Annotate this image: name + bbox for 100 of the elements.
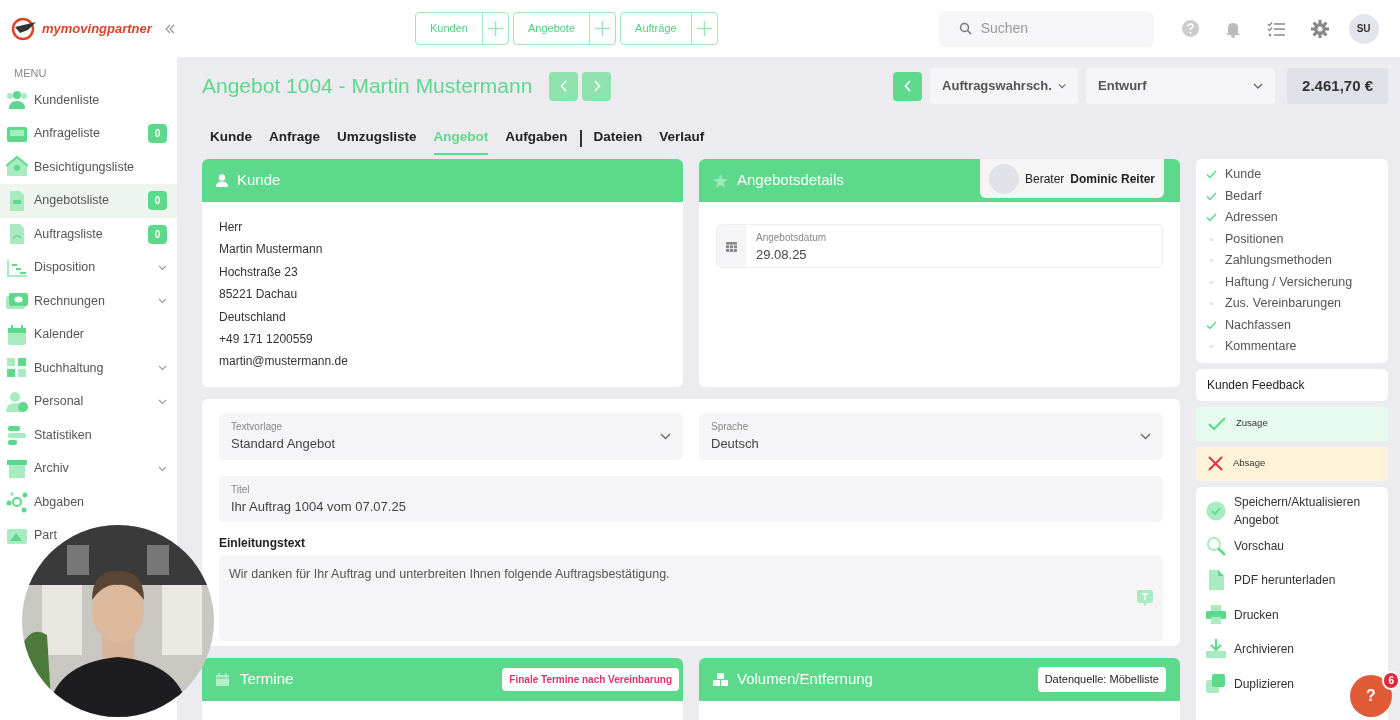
- tab[interactable]: Anfrage: [269, 126, 320, 156]
- advisor-label: Berater: [1024, 170, 1065, 188]
- sidebar-item[interactable]: Anfrageliste 0: [0, 117, 177, 151]
- template-select[interactable]: Textvorlage Standard Angebot: [219, 413, 683, 460]
- tab[interactable]: Aufgaben: [505, 126, 568, 156]
- chevron-down-icon: [158, 465, 167, 472]
- copy-icon: [1206, 673, 1226, 694]
- chevron-down-icon: [1057, 83, 1067, 89]
- title-field[interactable]: Titel Ihr Auftrag 1004 vom 07.07.25: [219, 475, 1163, 522]
- menu-icon: [6, 323, 28, 346]
- star-icon: [713, 173, 728, 188]
- chevron-down-icon: [158, 298, 167, 305]
- date-field[interactable]: Angebotsdatum 29.08.25: [716, 224, 1163, 268]
- info-badge: Datenquelle: Möbelliste: [1037, 667, 1166, 692]
- calendar-icon: [726, 240, 737, 252]
- chevron-left-icon: [559, 80, 568, 92]
- action-item[interactable]: PDF herunterladen: [1206, 563, 1336, 598]
- address-line: 85221 Dachau: [219, 286, 299, 304]
- menu-icon: [6, 357, 28, 380]
- checklist-icon[interactable]: [1266, 20, 1285, 37]
- sidebar-item[interactable]: Angebotsliste 0: [0, 184, 177, 218]
- checklist-item[interactable]: Nachfassen: [1225, 315, 1291, 335]
- file-icon: [1206, 570, 1226, 591]
- download-icon: [1206, 639, 1226, 660]
- language-select[interactable]: Sprache Deutsch: [699, 413, 1163, 460]
- sidebar-item[interactable]: Statistiken: [0, 418, 177, 452]
- tab[interactable]: Kunde: [210, 126, 252, 156]
- count-badge: 0: [148, 191, 167, 211]
- count-badge: 0: [148, 124, 167, 144]
- intro-textarea[interactable]: Wir danken für Ihr Auftrag und unterbreiten Ihnen folgende Auftragsbestätigung.: [219, 555, 1163, 641]
- intro-label: Einleitungstext: [219, 535, 306, 552]
- next-button[interactable]: [582, 71, 612, 101]
- checklist-item[interactable]: Adressen: [1225, 208, 1278, 228]
- status-dropdown[interactable]: Entwurf: [1086, 68, 1276, 104]
- sidebar-item[interactable]: Abgaben: [0, 485, 177, 519]
- search-field[interactable]: Suchen: [938, 10, 1154, 47]
- address-line: +49 171 1200559: [219, 330, 314, 348]
- menu-icon: [6, 491, 28, 514]
- address-line: Martin Mustermann: [219, 241, 324, 259]
- collapse-icon[interactable]: [163, 22, 176, 35]
- tab[interactable]: Verlauf: [659, 126, 705, 156]
- plus-icon: [487, 21, 503, 36]
- sidebar-item[interactable]: Personal: [0, 385, 177, 419]
- tab[interactable]: Umzugsliste: [337, 126, 417, 156]
- menu-heading: MENU: [13, 66, 48, 81]
- page-title: Angebot 1004 - Martin Mustermann: [202, 73, 533, 100]
- checklist-item[interactable]: Zus. Vereinbarungen: [1225, 294, 1342, 314]
- address-line: Deutschland: [219, 308, 287, 326]
- probability-dropdown[interactable]: Auftragswahrsch.: [930, 68, 1079, 104]
- chevron-down-icon: [1140, 432, 1151, 440]
- action-item[interactable]: Drucken: [1206, 597, 1279, 632]
- tab[interactable]: Dateien: [593, 126, 643, 156]
- sidebar-item[interactable]: Buchhaltung: [0, 351, 177, 385]
- user-avatar[interactable]: SU: [1348, 13, 1379, 44]
- sidebar-item[interactable]: Besichtigungsliste: [0, 150, 177, 184]
- advisor-name: Dominic Reiter: [1070, 170, 1155, 188]
- sidebar-item[interactable]: Kundenliste: [0, 83, 177, 117]
- previous-button[interactable]: [549, 71, 579, 101]
- action-item[interactable]: Vorschau: [1206, 528, 1285, 563]
- logo-text: mymovingpartner: [42, 19, 152, 38]
- checklist-item[interactable]: Kommentare: [1225, 337, 1297, 357]
- sidebar-item[interactable]: Kalender: [0, 318, 177, 352]
- card-title: Kunde: [237, 170, 281, 191]
- check-icon: [1208, 416, 1226, 431]
- search-input[interactable]: Suchen: [978, 17, 1139, 40]
- chevron-down-icon: [158, 264, 167, 271]
- feedback-button[interactable]: Absage: [1196, 446, 1388, 481]
- sidebar-item[interactable]: Disposition: [0, 251, 177, 285]
- checklist-item[interactable]: Zahlungsmethoden: [1225, 251, 1333, 271]
- search-icon: [1206, 535, 1226, 556]
- sidebar-item[interactable]: Archiv: [0, 452, 177, 486]
- checklist-item[interactable]: Kunde: [1225, 165, 1262, 185]
- feedback-button[interactable]: Zusage: [1196, 406, 1388, 441]
- plus-icon: [595, 21, 611, 36]
- chevron-down-icon: [158, 398, 167, 405]
- checklist-item[interactable]: Haftung / Versicherung: [1225, 272, 1353, 292]
- help-icon[interactable]: [1181, 20, 1199, 37]
- printer-icon: [1206, 604, 1226, 625]
- checklist-item[interactable]: Positionen: [1225, 229, 1284, 249]
- checklist-item[interactable]: Bedarf: [1225, 186, 1262, 206]
- address-line: Herr: [219, 219, 244, 236]
- count-badge: 0: [148, 224, 167, 244]
- chevron-down-icon: [1253, 83, 1264, 89]
- action-item[interactable]: Duplizieren: [1206, 666, 1295, 701]
- action-item[interactable]: Speichern/Aktualisieren Angebot: [1206, 492, 1378, 529]
- plus-icon: [696, 21, 712, 36]
- boxes-icon: [713, 673, 728, 686]
- card-title: Angebotsdetails: [737, 170, 844, 191]
- back-button[interactable]: [893, 71, 923, 101]
- calendar-icon: [216, 673, 231, 686]
- action-item[interactable]: Archivieren: [1206, 632, 1295, 667]
- menu-icon: [6, 424, 28, 447]
- sidebar-item[interactable]: Rechnungen: [0, 284, 177, 318]
- sidebar-item[interactable]: Auftragsliste 0: [0, 217, 177, 251]
- card-title: Termine: [240, 669, 294, 690]
- logo-icon: [10, 16, 38, 41]
- feedback-heading: Kunden Feedback: [1196, 368, 1388, 401]
- menu-icon: [6, 89, 28, 112]
- settings-icon[interactable]: [1310, 19, 1329, 38]
- total-amount: 2.461,70 €: [1287, 68, 1388, 104]
